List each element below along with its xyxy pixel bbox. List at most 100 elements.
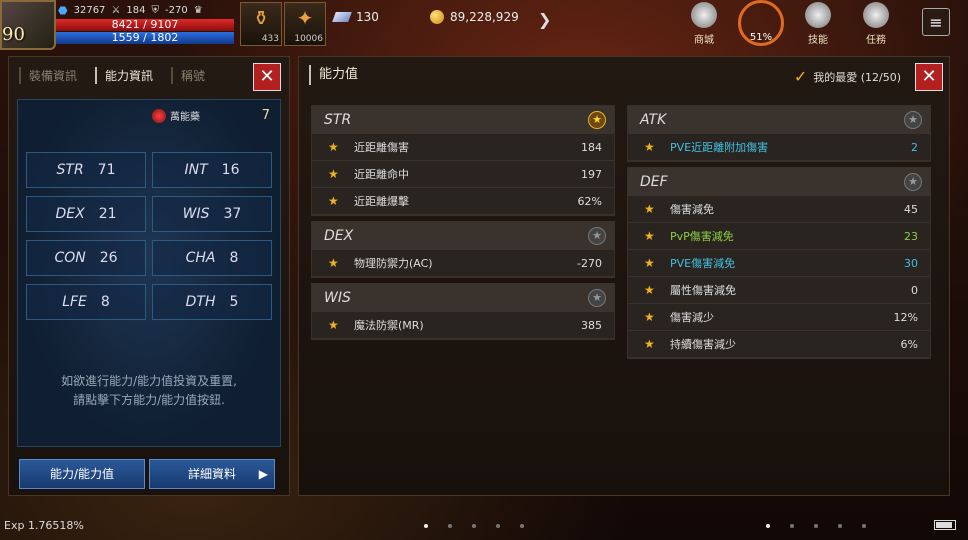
star-icon[interactable]: ★: [644, 223, 655, 250]
scroll-icon: [861, 0, 891, 30]
progress-ring[interactable]: 51%: [738, 0, 784, 46]
favorites-toggle[interactable]: ✓ 我的最愛 (12/50): [794, 67, 901, 86]
star-icon[interactable]: ★: [588, 289, 606, 307]
slot-count: 433: [261, 34, 279, 44]
page-dot[interactable]: [862, 524, 866, 528]
stat-name: STR: [56, 162, 84, 178]
menu-label: 商城: [694, 35, 714, 46]
star-icon[interactable]: ★: [588, 227, 606, 245]
power-icon: ⬣: [58, 4, 68, 17]
star-icon[interactable]: ★: [904, 111, 922, 129]
elixir-count: 7: [261, 108, 270, 123]
panel-title: 能力值: [309, 65, 358, 85]
star-icon[interactable]: ★: [328, 188, 339, 215]
section-atk: ATK ★ ★ PVE近距離附加傷害 2: [627, 105, 931, 162]
row-label: 屬性傷害減免: [670, 284, 736, 297]
bag-icon: [689, 0, 719, 30]
stat-row: ★ PvP傷害減免 23: [628, 223, 930, 250]
stat-row: ★ 物理防禦力(AC) -270: [312, 250, 614, 277]
ability-button[interactable]: 能力/能力值: [19, 459, 145, 489]
stat-name: INT: [184, 162, 208, 178]
star-icon[interactable]: ★: [644, 196, 655, 223]
stat-int: INT 16: [152, 152, 272, 188]
page-dot[interactable]: [766, 524, 770, 528]
row-label: PVE近距離附加傷害: [670, 141, 769, 154]
gem-amount: 130: [356, 10, 379, 24]
star-icon[interactable]: ★: [328, 161, 339, 188]
star-icon[interactable]: ★: [644, 250, 655, 277]
page-dot[interactable]: [496, 524, 500, 528]
quick-slot-potion[interactable]: ⚱ 433: [240, 2, 282, 46]
row-label: 魔法防禦(MR): [354, 319, 424, 332]
skill-button[interactable]: 技能: [798, 0, 838, 46]
star-icon[interactable]: ★: [644, 277, 655, 304]
mp-bar: 1559 / 1802: [56, 32, 234, 44]
tab-title[interactable]: 稱號: [171, 67, 205, 84]
stat-value: 26: [99, 250, 118, 266]
stat-value: 8: [100, 294, 110, 310]
stat-row: ★ PVE近距離附加傷害 2: [628, 134, 930, 161]
star-icon[interactable]: ★: [328, 312, 339, 339]
top-hud: 90 ⬣ 32767 ⚔ 184 ⛨ -270 ♛ 8421 / 9107 15…: [0, 0, 968, 52]
combat-power: 32767: [73, 5, 106, 16]
menu-label: 技能: [808, 35, 828, 46]
page-dot[interactable]: [520, 524, 524, 528]
star-icon[interactable]: ★: [644, 304, 655, 331]
potion-icon: ⚱: [252, 6, 270, 30]
section-header: WIS ★: [312, 284, 614, 312]
close-icon[interactable]: ✕: [915, 63, 943, 91]
coin-icon: [430, 10, 444, 24]
gold-amount: 89,228,929: [450, 10, 519, 24]
stat-wis: WIS 37: [152, 196, 272, 232]
stat-row: ★ 傷害減少 12%: [628, 304, 930, 331]
stat-name: WIS: [182, 206, 210, 222]
hint-line: 請點擊下方能力/能力值按鈕.: [73, 393, 225, 407]
star-icon[interactable]: ★: [328, 134, 339, 161]
trophy-icon: ♛: [193, 5, 203, 16]
star-icon[interactable]: ★: [588, 111, 606, 129]
menu-icon[interactable]: ≡: [922, 8, 950, 36]
stat-row: ★ 持續傷害減少 6%: [628, 331, 930, 358]
page-dot[interactable]: [790, 524, 794, 528]
page-dot[interactable]: [448, 524, 452, 528]
hint-line: 如欲進行能力/能力值投資及重置,: [61, 374, 237, 388]
row-value: 12%: [893, 311, 918, 324]
close-icon[interactable]: ✕: [253, 63, 281, 91]
row-label: 持續傷害減少: [670, 338, 736, 351]
section-title: ATK: [640, 112, 667, 128]
page-dot[interactable]: [814, 524, 818, 528]
stat-name: CON: [54, 250, 86, 266]
quest-button[interactable]: 任務: [856, 0, 896, 46]
chevron-right-icon[interactable]: ❯: [538, 10, 551, 29]
star-icon[interactable]: ★: [904, 173, 922, 191]
row-value: -270: [577, 257, 602, 270]
star-icon[interactable]: ★: [644, 134, 655, 161]
bottom-bar: Exp 1.76518%: [0, 500, 968, 540]
page-dot[interactable]: [838, 524, 842, 528]
detail-label: 詳細資料: [187, 467, 236, 481]
star-icon[interactable]: ★: [644, 331, 655, 358]
shield-icon: ⛨: [151, 5, 159, 16]
page-dot[interactable]: [472, 524, 476, 528]
stat-cha: CHA 8: [152, 240, 272, 276]
detail-button[interactable]: 詳細資料 ▶: [149, 459, 275, 489]
checkmark-icon: ✓: [793, 67, 808, 86]
stat-value: 8: [229, 250, 239, 266]
triangle-right-icon: ▶: [258, 467, 268, 481]
star-icon[interactable]: ★: [328, 250, 339, 277]
stat-row: ★ 近距離傷害 184: [312, 134, 614, 161]
quick-slot-feather[interactable]: ✦ 10006: [284, 2, 326, 46]
tab-ability[interactable]: 能力資訊: [95, 67, 153, 84]
elixir-label: 萬能藥: [152, 108, 200, 123]
shop-button[interactable]: 商城: [684, 0, 724, 46]
section-str: STR ★ ★ 近距離傷害 184 ★ 近距離命中 197 ★ 近距離爆擊 62…: [311, 105, 615, 216]
row-value: 45: [904, 203, 918, 216]
page-dot[interactable]: [424, 524, 428, 528]
section-title: WIS: [324, 290, 351, 306]
row-label: PvP傷害減免: [670, 230, 734, 243]
stat-row: ★ 近距離命中 197: [312, 161, 614, 188]
exp-label: Exp 1.76518%: [4, 519, 84, 532]
page-dots-right: [766, 524, 866, 528]
tab-equipment[interactable]: 裝備資訊: [19, 67, 77, 84]
character-level: 90: [2, 24, 25, 45]
